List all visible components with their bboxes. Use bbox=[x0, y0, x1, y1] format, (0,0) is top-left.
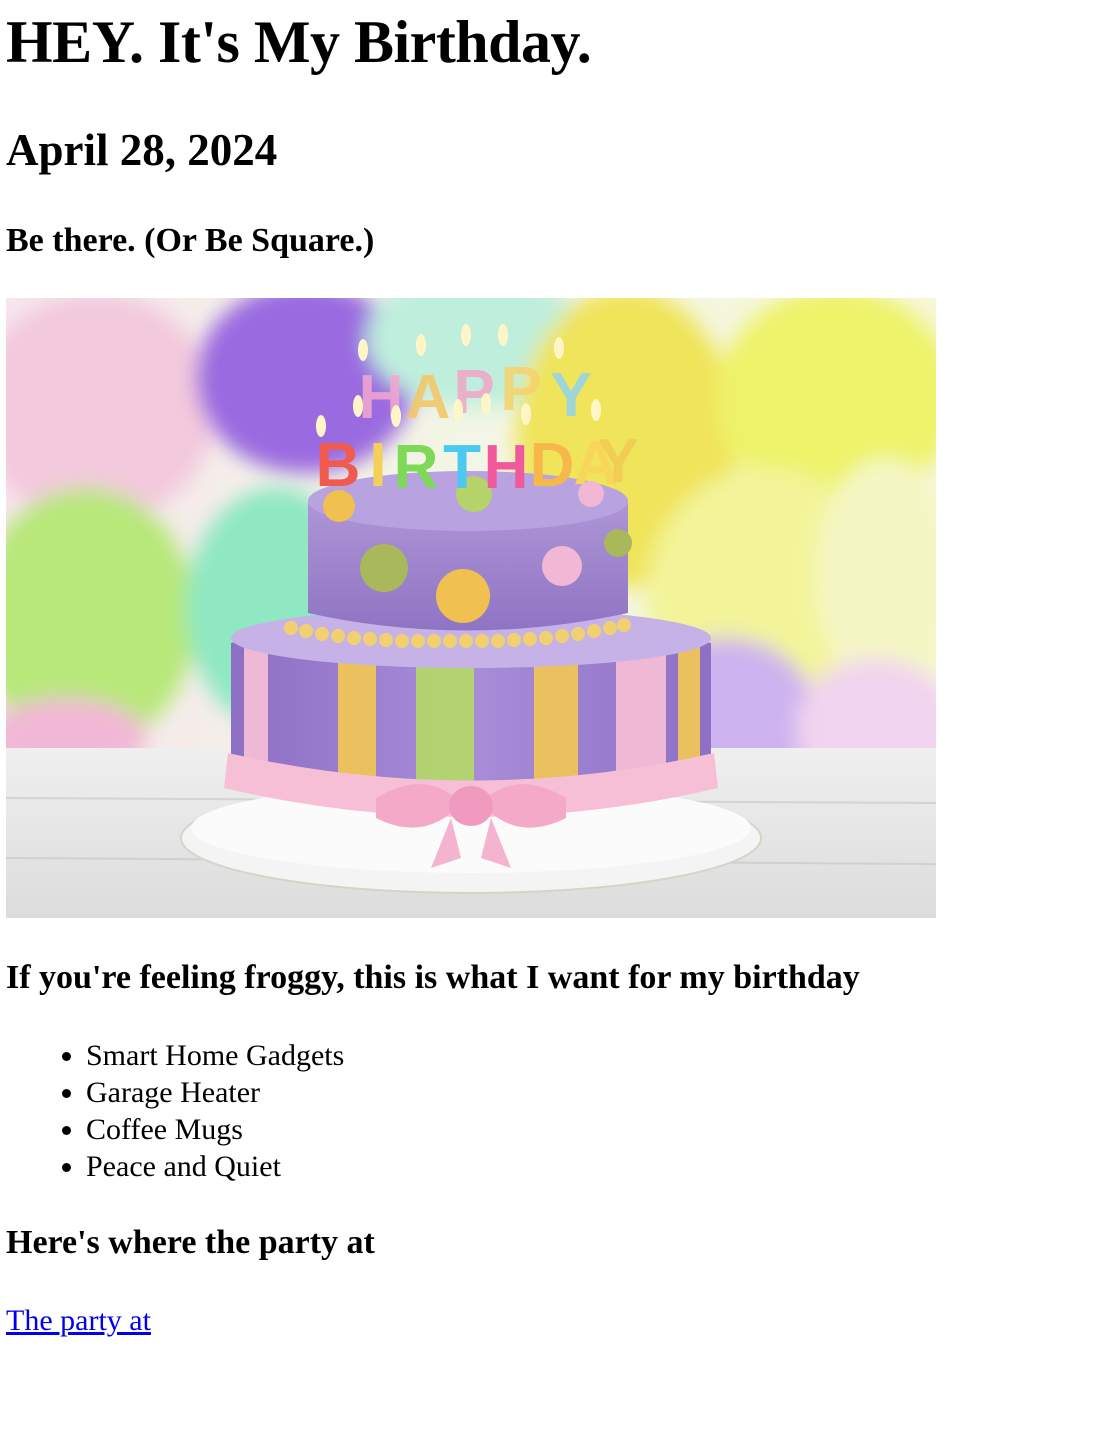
svg-text:Y: Y bbox=[597, 427, 638, 496]
list-item: Garage Heater bbox=[86, 1074, 1108, 1111]
svg-text:I: I bbox=[369, 431, 386, 500]
svg-text:P: P bbox=[500, 355, 541, 424]
list-item: Coffee Mugs bbox=[86, 1111, 1108, 1148]
svg-text:B: B bbox=[316, 431, 361, 500]
svg-text:H: H bbox=[484, 433, 529, 502]
tagline: Be there. (Or Be Square.) bbox=[6, 221, 375, 259]
svg-text:R: R bbox=[394, 433, 439, 502]
svg-text:D: D bbox=[530, 431, 575, 500]
svg-text:Y: Y bbox=[550, 361, 591, 430]
list-item: Smart Home Gadgets bbox=[86, 1037, 1108, 1074]
svg-text:A: A bbox=[406, 363, 451, 432]
birthday-cake-image: H A P P Y B I R T H D A Y bbox=[6, 297, 936, 918]
list-item: Peace and Quiet bbox=[86, 1148, 1108, 1185]
event-date: April 28, 2024 bbox=[6, 125, 278, 175]
location-paragraph: The party at bbox=[6, 1302, 1108, 1339]
wishlist: Smart Home Gadgets Garage Heater Coffee … bbox=[6, 1037, 1108, 1185]
page: HEY. It's My Birthday. April 28, 2024 Be… bbox=[0, 0, 1114, 1339]
location-title: Here's where the party at bbox=[6, 1223, 375, 1261]
svg-text:T: T bbox=[443, 433, 481, 502]
page-title: HEY. It's My Birthday. bbox=[6, 9, 592, 75]
wishlist-title: If you're feeling froggy, this is what I… bbox=[6, 958, 860, 996]
party-location-link[interactable]: The party at bbox=[6, 1304, 151, 1337]
